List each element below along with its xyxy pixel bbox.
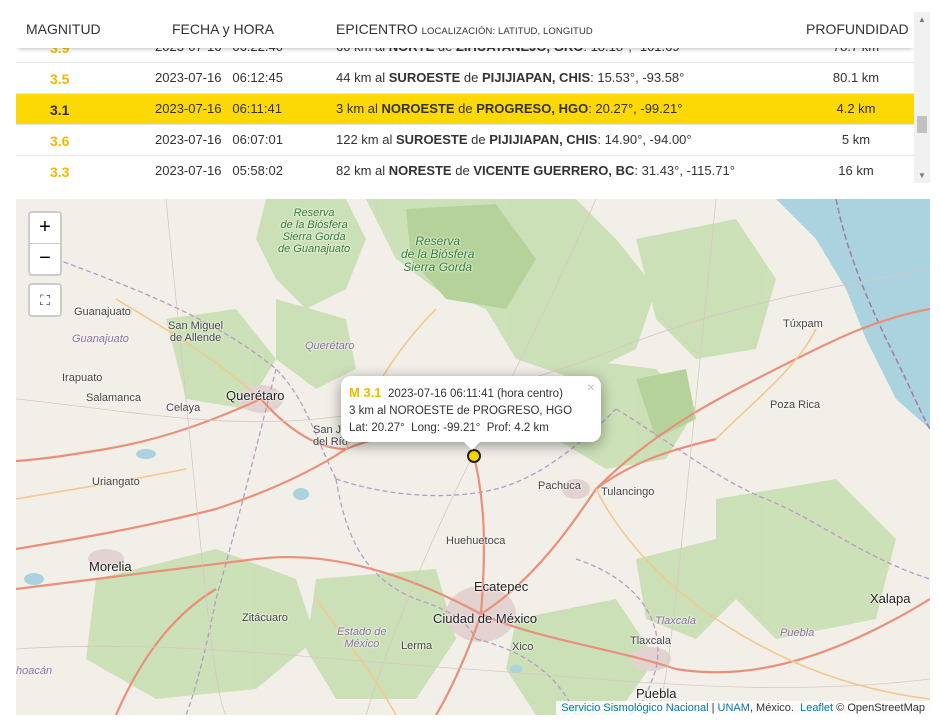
earthquake-marker[interactable] [467,449,481,463]
map-label-park: Reserva de la Biósfera Sierra Gorda de G… [278,207,351,255]
table-row[interactable]: 3.5 2023-07-16 06:12:45 44 km al SUROEST… [16,63,914,94]
popup-header: M 3.1 2023-07-16 06:11:41 (hora centro) [349,385,563,400]
row-magnitude: 3.3 [50,164,70,180]
map-label-state: hoacán [16,665,53,677]
fullscreen-icon: ⛶ [40,292,50,308]
scroll-down-icon[interactable]: ▼ [918,171,926,180]
map-label-state: Tlaxcala [655,615,696,627]
map-label-city: Xico [512,641,534,653]
row-epicenter: 122 km al SUROESTE de PIJIJIAPAN, CHIS: … [336,132,692,147]
row-epicenter: 44 km al SUROESTE de PIJIJIAPAN, CHIS: 1… [336,70,685,85]
map-label-city: Tlaxcala [630,635,671,647]
row-epicenter: 82 km al NORESTE de VICENTE GUERRERO, BC… [336,163,735,178]
map-label-city: Ecatepec [474,579,529,594]
map-label-city: Xalapa [870,591,911,606]
map-label-city: Lerma [401,640,433,652]
row-depth: 80.1 km [832,70,880,85]
map-label-state: Estado de México [337,626,387,650]
map-label-city: Morelia [89,559,132,574]
map-label-city: Ciudad de México [433,611,538,626]
map-label-state: Guanajuato [72,333,129,345]
table-row[interactable]: 3.3 2023-07-16 05:58:02 82 km al NORESTE… [16,156,914,183]
map-label-city: Zitácuaro [242,612,288,624]
map-label-city: Querétaro [226,388,285,403]
map[interactable]: Reserva de la Biósfera Sierra Gorda de G… [16,199,930,715]
table-row-selected[interactable]: 3.1 2023-07-16 06:11:41 3 km al NOROESTE… [16,94,914,125]
header-datetime[interactable]: FECHA y HORA [172,21,274,37]
zoom-in-button[interactable]: + [30,213,60,243]
scrollbar-thumb[interactable] [917,116,927,133]
zoom-control: + − [28,211,62,276]
map-label-city: Túxpam [783,318,823,330]
popup-location: 3 km al NOROESTE de PROGRESO, HGO [349,405,573,417]
map-label-state: Querétaro [305,340,355,352]
popup-datetime: 2023-07-16 06:11:41 (hora centro) [387,388,563,400]
row-depth: 4.2 km [836,101,876,116]
attribution-unam-link[interactable]: UNAM [718,702,750,714]
table-scrollbar[interactable]: ▲ ▼ [914,12,930,183]
earthquake-popup: M 3.1 2023-07-16 06:11:41 (hora centro) … [341,376,601,450]
row-datetime: 2023-07-16 05:58:02 [155,163,283,178]
header-epicenter[interactable]: EPICENTRO LOCALIZACIÓN: LATITUD, LONGITU… [336,21,593,37]
map-label-city: Salamanca [86,392,142,404]
row-datetime: 2023-07-16 06:12:45 [155,70,283,85]
row-depth: 5 km [841,132,871,147]
row-magnitude: 3.5 [50,71,70,87]
popup-coords: Lat: 20.27° Long: -99.21° Prof: 4.2 km [349,422,549,434]
fullscreen-button[interactable]: ⛶ [28,283,62,317]
map-label-city: Tulancingo [601,486,655,498]
row-epicenter: 3 km al NOROESTE de PROGRESO, HGO: 20.27… [336,101,683,116]
table-row[interactable]: 3.6 2023-07-16 06:07:01 122 km al SUROES… [16,125,914,156]
map-label-city: Puebla [636,686,677,701]
popup-magnitude: M 3.1 [349,385,382,400]
table-header: MAGNITUD FECHA y HORA EPICENTRO LOCALIZA… [16,12,914,48]
zoom-out-button[interactable]: − [30,243,60,274]
header-depth[interactable]: PROFUNDIDAD [806,21,909,37]
scroll-up-icon[interactable]: ▲ [918,15,926,24]
map-label-state: Puebla [780,627,815,639]
map-label-city: Irapuato [62,372,103,384]
map-label-park: Reserva de la Biósfera Sierra Gorda [401,234,475,274]
row-depth: 16 km [838,163,874,178]
header-magnitude[interactable]: MAGNITUD [26,21,101,37]
earthquake-table: 3.9 2023-07-16 06:22:40 60 km al NORTE d… [16,0,930,183]
row-magnitude: 3.6 [50,133,70,149]
map-label-city: Pachuca [538,480,581,492]
map-label-city: Guanajuato [74,306,131,318]
map-label-city: Uriangato [92,476,140,488]
map-label-city: Poza Rica [770,399,821,411]
row-datetime: 2023-07-16 06:11:41 [155,101,282,116]
map-label-city: San Miguel de Allende [168,320,224,344]
row-datetime: 2023-07-16 06:07:01 [155,132,283,147]
map-label-city: Huehuetoca [446,535,506,547]
attribution-ssn-link[interactable]: Servicio Sismológico Nacional [561,702,708,714]
map-attribution: Servicio Sismológico Nacional | UNAM, Mé… [556,701,930,715]
map-label-city: Celaya [166,402,201,414]
attribution-osm-link[interactable]: © OpenStreetMap [836,702,925,714]
row-magnitude: 3.1 [50,102,70,118]
attribution-leaflet-link[interactable]: Leaflet [800,702,833,714]
close-icon[interactable]: × [587,379,595,395]
